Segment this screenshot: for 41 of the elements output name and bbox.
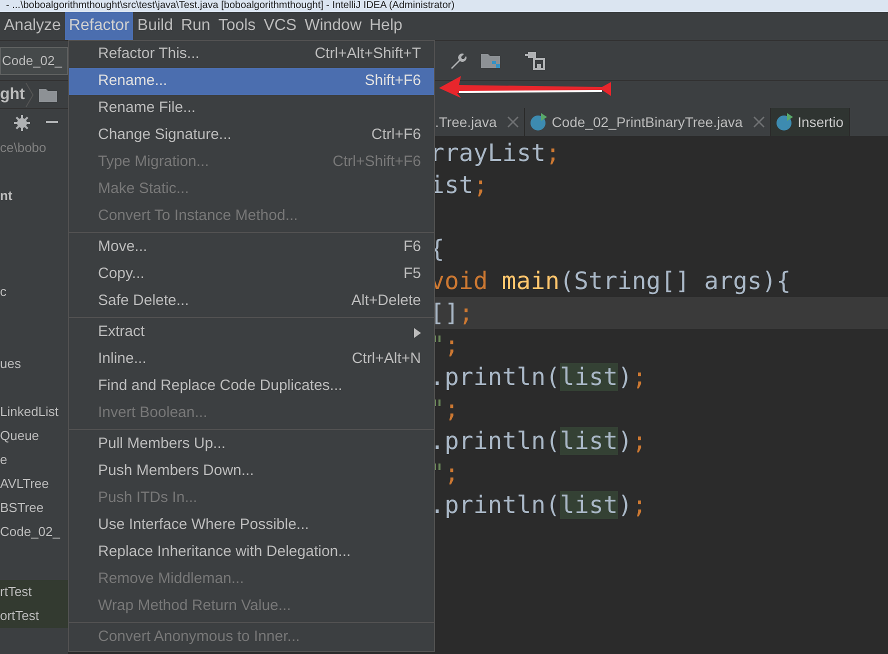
- shortcut-label: Shift+F6: [364, 71, 421, 92]
- shortcut-label: F6: [403, 237, 421, 258]
- project-tree-item[interactable]: e: [0, 448, 8, 472]
- project-tree-item[interactable]: LinkedList: [0, 400, 59, 424]
- project-tree-item[interactable]: ues: [0, 352, 21, 376]
- editor-tab[interactable]: Insertio: [770, 108, 850, 136]
- shortcut-label: Alt+Delete: [351, 291, 421, 312]
- project-tree-item[interactable]: BSTree: [0, 496, 44, 520]
- class-file-icon: [530, 113, 548, 131]
- folder-icon: [38, 88, 57, 102]
- menu-bar-item[interactable]: Refactor: [64, 12, 134, 40]
- project-tree-item[interactable]: c: [0, 280, 6, 304]
- shortcut-label: F5: [403, 264, 421, 284]
- menu-item[interactable]: Rename... Shift+F6: [69, 68, 434, 95]
- shortcut-label: Ctrl+Alt+Shift+T: [314, 44, 421, 64]
- project-tree-item[interactable]: Queue: [0, 424, 40, 448]
- shortcut-label: Ctrl+F6: [371, 125, 421, 146]
- breadcrumb-item[interactable]: ght: [0, 82, 25, 106]
- project-tree-item[interactable]: AVLTree: [0, 472, 49, 496]
- structure-icon[interactable]: [524, 50, 546, 70]
- folder-icon[interactable]: [480, 52, 502, 70]
- class-file-icon: [776, 113, 794, 131]
- menu-item[interactable]: Replace Inheritance with Delegation...: [69, 539, 434, 566]
- shortcut-label: Ctrl+Shift+F6: [332, 152, 421, 172]
- menu-bar-item[interactable]: Analyze: [0, 12, 65, 40]
- shortcut-label: Ctrl+Alt+N: [352, 349, 421, 370]
- submenu-arrow-icon: [414, 328, 421, 338]
- menu-bar-item[interactable]: Run: [176, 12, 214, 40]
- chevron-icon: [24, 82, 35, 108]
- project-tree-item[interactable]: nt: [0, 184, 12, 208]
- window-title: - ...\boboalgorithmthought\src\test\java\Test.java [boboalgorithmthought] - IntelliJ IDEA (Administrator): [5, 0, 455, 12]
- collapse-icon[interactable]: [46, 120, 58, 124]
- menu-bar-item[interactable]: Tools: [214, 12, 260, 40]
- settings-icon[interactable]: [14, 114, 30, 130]
- menu-bar-item[interactable]: Help: [366, 12, 406, 40]
- menu-bar-item[interactable]: VCS: [260, 12, 301, 40]
- menu-item[interactable]: Refactor This... Ctrl+Alt+Shift+T: [69, 41, 434, 68]
- menu-bar-item[interactable]: Build: [133, 12, 177, 40]
- run-config-selector[interactable]: Code_02_: [0, 46, 68, 74]
- project-tree-item[interactable]: Code_02_: [0, 520, 60, 544]
- menu-bar-item[interactable]: Window: [300, 12, 366, 40]
